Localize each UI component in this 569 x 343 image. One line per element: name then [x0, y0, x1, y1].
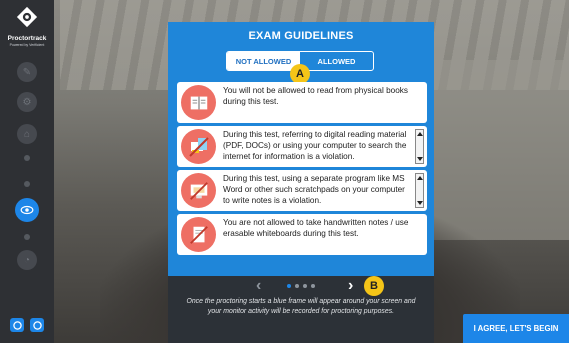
guideline-text: During this test, using a separate progr… — [223, 174, 405, 205]
chart-icon[interactable]: ◔ — [17, 250, 37, 270]
guideline-card: During this test, using a separate progr… — [177, 170, 427, 211]
handwritten-notes-icon — [181, 217, 216, 252]
guideline-text: You will not be allowed to read from phy… — [223, 86, 408, 106]
modal-title: EXAM GUIDELINES — [248, 30, 354, 42]
brand-name: Proctortrack — [7, 35, 47, 42]
eye-glyph-icon — [20, 205, 34, 215]
app-logo: Proctortrack Powered by Verificient — [4, 6, 50, 48]
prev-page-button[interactable]: ‹ — [256, 276, 261, 296]
page-dot[interactable] — [295, 284, 299, 288]
notes-program-icon — [181, 173, 216, 208]
eye-icon[interactable] — [15, 198, 39, 222]
lock-icon[interactable]: ⌂ — [17, 124, 37, 144]
tab-allowed[interactable]: ALLOWED — [300, 52, 373, 70]
info-icon[interactable] — [30, 318, 44, 332]
guideline-pager: ‹ › B — [168, 276, 434, 296]
marker-a: A — [290, 64, 310, 84]
brand-tagline: Powered by Verificient — [9, 43, 45, 47]
proctoring-note: Once the proctoring starts a blue frame … — [186, 298, 416, 315]
page-dot[interactable] — [311, 284, 315, 288]
settings-icon[interactable]: ⚙ — [17, 92, 37, 112]
marker-b: B — [364, 276, 384, 296]
card-scrollbar[interactable] — [415, 173, 424, 208]
page-dot[interactable] — [287, 284, 291, 288]
step-dot — [24, 234, 30, 240]
book-icon — [181, 85, 216, 120]
page-dot[interactable] — [303, 284, 307, 288]
step-dot — [24, 155, 30, 161]
digital-material-icon — [181, 129, 216, 164]
guideline-text: During this test, referring to digital r… — [223, 130, 407, 161]
modal-header-panel: EXAM GUIDELINES NOT ALLOWED ALLOWED A Yo… — [168, 22, 434, 276]
guideline-card: During this test, referring to digital r… — [177, 126, 427, 167]
eye-logo-icon — [16, 6, 38, 28]
agree-begin-button[interactable]: I AGREE, LET'S BEGIN — [463, 314, 569, 343]
help-icon[interactable] — [10, 318, 24, 332]
guidelines-modal: EXAM GUIDELINES NOT ALLOWED ALLOWED A Yo… — [168, 22, 434, 343]
guideline-card: You are not allowed to take handwritten … — [177, 214, 427, 255]
tab-not-allowed[interactable]: NOT ALLOWED — [227, 52, 300, 70]
guideline-text: You are not allowed to take handwritten … — [223, 218, 409, 238]
card-scrollbar[interactable] — [415, 129, 424, 164]
left-sidebar: Proctortrack Powered by Verificient ✎ ⚙ … — [0, 0, 54, 343]
edit-icon[interactable]: ✎ — [17, 62, 37, 82]
step-dot — [24, 181, 30, 187]
next-page-button[interactable]: › — [348, 276, 353, 296]
guideline-card: You will not be allowed to read from phy… — [177, 82, 427, 123]
